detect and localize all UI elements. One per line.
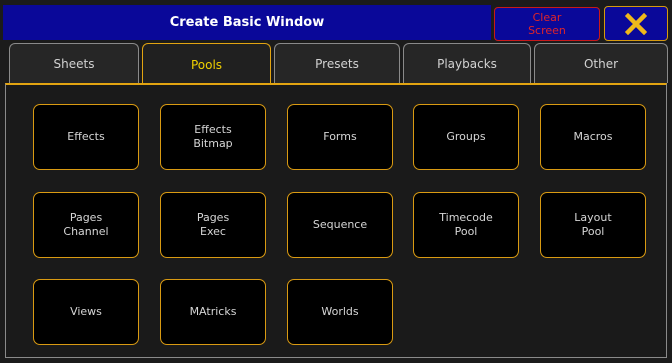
pool-worlds-button[interactable]: Worlds: [287, 279, 393, 345]
tab-pools[interactable]: Pools: [142, 43, 271, 85]
tab-label: Other: [583, 56, 619, 71]
pool-layout-pool-button[interactable]: Layout Pool: [540, 192, 646, 258]
pool-sequence-button[interactable]: Sequence: [287, 192, 393, 258]
pool-label-line1: Worlds: [321, 305, 359, 318]
pool-macros-button[interactable]: Macros: [540, 104, 646, 170]
tab-label: Playbacks: [437, 56, 497, 71]
pool-label-line1: Effects: [194, 123, 232, 136]
window-title: Create Basic Window: [169, 15, 325, 30]
close-button[interactable]: [604, 6, 668, 41]
pool-label-line1: Effects: [67, 130, 105, 143]
tab-playbacks[interactable]: Playbacks: [403, 43, 531, 83]
pool-label-line2: Pool: [581, 225, 605, 238]
tab-label: Pools: [190, 57, 223, 72]
pool-effects-bitmap-button[interactable]: Effects Bitmap: [160, 104, 266, 170]
tab-sheets[interactable]: Sheets: [9, 43, 139, 83]
pool-label-line1: Pages: [69, 211, 103, 224]
create-basic-window: Create Basic Window Clear Screen Sheets …: [0, 0, 672, 363]
close-x-icon: [625, 12, 647, 35]
pool-timecode-pool-button[interactable]: Timecode Pool: [413, 192, 519, 258]
pool-pages-exec-button[interactable]: Pages Exec: [160, 192, 266, 258]
pool-label-line2: Bitmap: [193, 137, 233, 150]
pool-label-line1: Groups: [446, 130, 486, 143]
pool-views-button[interactable]: Views: [33, 279, 139, 345]
pool-label-line1: Layout: [574, 211, 612, 224]
tab-bar: Sheets Pools Presets Playbacks Other: [0, 43, 672, 85]
tab-label: Sheets: [53, 56, 95, 71]
tab-label: Presets: [315, 56, 359, 71]
pool-matricks-button[interactable]: MAtricks: [160, 279, 266, 345]
pool-pages-channel-button[interactable]: Pages Channel: [33, 192, 139, 258]
clear-screen-label-line2: Screen: [528, 24, 566, 37]
tab-presets[interactable]: Presets: [274, 43, 400, 83]
pool-label-line1: Forms: [323, 130, 357, 143]
pool-effects-button[interactable]: Effects: [33, 104, 139, 170]
clear-screen-button[interactable]: Clear Screen: [494, 7, 600, 41]
pool-label-line1: Pages: [196, 211, 230, 224]
pool-label-line2: Channel: [63, 225, 109, 238]
clear-screen-label-line1: Clear: [532, 11, 562, 24]
pool-label-line1: Views: [70, 305, 102, 318]
pool-label-line2: Pool: [454, 225, 478, 238]
tab-other[interactable]: Other: [534, 43, 668, 83]
pool-label-line1: Sequence: [312, 218, 368, 231]
pool-forms-button[interactable]: Forms: [287, 104, 393, 170]
pool-label-line2: Exec: [200, 225, 226, 238]
pool-label-line1: MAtricks: [189, 305, 237, 318]
window-title-bar: Create Basic Window: [3, 5, 491, 40]
pool-groups-button[interactable]: Groups: [413, 104, 519, 170]
pool-label-line1: Macros: [573, 130, 613, 143]
pool-label-line1: Timecode: [439, 211, 493, 224]
